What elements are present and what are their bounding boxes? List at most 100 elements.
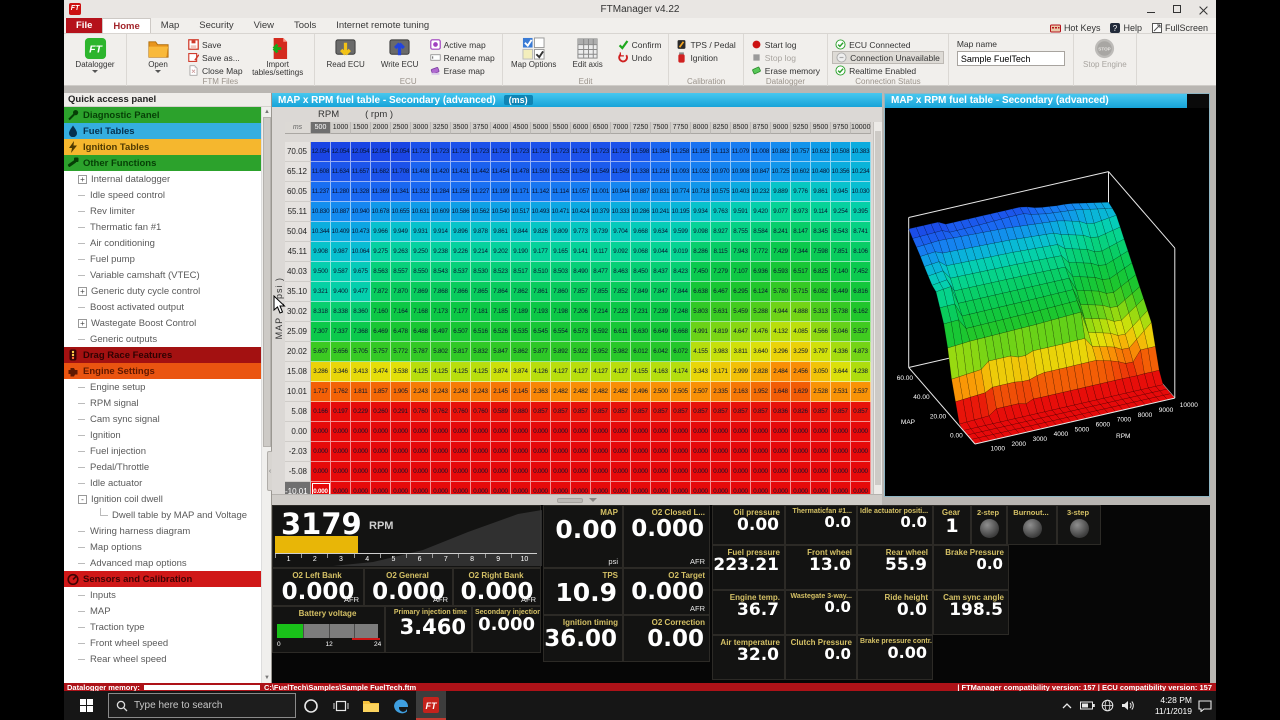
fuel-cell[interactable]: 0.000: [791, 442, 811, 462]
fuel-cell[interactable]: 9.809: [551, 222, 571, 242]
fuel-cell[interactable]: 7.168: [411, 302, 431, 322]
network-tray-button[interactable]: [1098, 691, 1116, 720]
fuel-cell[interactable]: 0.291: [391, 402, 411, 422]
fuel-cell[interactable]: 10.725: [771, 162, 791, 182]
fuel-cell[interactable]: 6.668: [671, 322, 691, 342]
fuel-cell[interactable]: 11.195: [691, 142, 711, 162]
fuel-cell[interactable]: 0.000: [471, 442, 491, 462]
fuel-cell[interactable]: 11.608: [311, 162, 331, 182]
col-header[interactable]: 7250: [631, 122, 651, 134]
fuel-cell[interactable]: 4.819: [711, 322, 731, 342]
fuel-cell[interactable]: 0.857: [711, 402, 731, 422]
fuel-cell[interactable]: 12.054: [351, 142, 371, 162]
fuel-cell[interactable]: 0.000: [651, 422, 671, 442]
fuel-cell[interactable]: 9.763: [711, 202, 731, 222]
fuel-cell[interactable]: 9.238: [431, 242, 451, 262]
read-ecu-button[interactable]: Read ECU: [319, 36, 373, 69]
fuel-cell[interactable]: 3.640: [751, 342, 771, 362]
fuel-cell[interactable]: 6.467: [711, 282, 731, 302]
fuel-cell[interactable]: 11.723: [431, 142, 451, 162]
fuel-cell[interactable]: 7.857: [571, 282, 591, 302]
sidebar-item-variable-camshaft-vtec-[interactable]: Variable camshaft (VTEC): [64, 267, 261, 283]
sidebar-category-sensors-and-calibration[interactable]: Sensors and Calibration: [64, 571, 261, 587]
fuel-cell[interactable]: 0.857: [631, 402, 651, 422]
sidebar-item-map-options[interactable]: Map options: [64, 539, 261, 555]
fuel-cell[interactable]: 0.000: [491, 442, 511, 462]
fuel-cell[interactable]: 0.000: [491, 422, 511, 442]
fuel-cell[interactable]: 4.127: [551, 362, 571, 382]
fuel-cell[interactable]: 8.543: [431, 262, 451, 282]
fuel-cell[interactable]: 9.202: [491, 242, 511, 262]
col-header[interactable]: 7750: [671, 122, 691, 134]
col-header[interactable]: 3000: [411, 122, 431, 134]
row-header[interactable]: 60.05: [285, 182, 311, 202]
fuel-cell[interactable]: 10.241: [651, 202, 671, 222]
fuel-cell[interactable]: 0.000: [431, 422, 451, 442]
fuel-cell[interactable]: 6.072: [671, 342, 691, 362]
fuel-cell[interactable]: 7.849: [631, 282, 651, 302]
fuel-cell[interactable]: 11.369: [371, 182, 391, 202]
fuel-cell[interactable]: 0.000: [831, 462, 851, 482]
fuel-cell[interactable]: 10.383: [851, 142, 871, 162]
fuel-cell[interactable]: 1.717: [311, 382, 331, 402]
fuel-cell[interactable]: 7.855: [591, 282, 611, 302]
fuel-cell[interactable]: 9.177: [531, 242, 551, 262]
surface-plot-3d[interactable]: 1000200030004000500060007000800090001000…: [885, 108, 1209, 496]
fuel-cell[interactable]: 7.869: [411, 282, 431, 302]
fuel-cell[interactable]: 6.593: [771, 262, 791, 282]
fuel-cell[interactable]: 10.064: [351, 242, 371, 262]
fuel-cell[interactable]: 0.260: [371, 402, 391, 422]
fuel-cell[interactable]: 0.000: [711, 462, 731, 482]
fuel-cell[interactable]: 0.000: [571, 422, 591, 442]
fuel-cell[interactable]: 7.160: [371, 302, 391, 322]
fuel-cell[interactable]: 0.857: [551, 402, 571, 422]
fuel-cell[interactable]: 0.826: [791, 402, 811, 422]
col-header[interactable]: 8250: [711, 122, 731, 134]
fuel-cell[interactable]: 0.000: [391, 422, 411, 442]
fuel-cell[interactable]: 6.611: [611, 322, 631, 342]
row-header[interactable]: 50.04: [285, 222, 311, 242]
fuel-cell[interactable]: 7.368: [351, 322, 371, 342]
fuel-cell[interactable]: 2.505: [671, 382, 691, 402]
fuel-cell[interactable]: 4.125: [451, 362, 471, 382]
fuel-cell[interactable]: 4.127: [591, 362, 611, 382]
scroll-down-icon[interactable]: ▼: [263, 674, 271, 682]
maximize-button[interactable]: [1164, 0, 1190, 18]
fuel-cell[interactable]: 8.147: [791, 222, 811, 242]
fuel-cell[interactable]: 0.000: [611, 442, 631, 462]
fuel-cell[interactable]: 11.598: [631, 142, 651, 162]
fuel-cell[interactable]: 3.811: [731, 342, 751, 362]
fuel-cell[interactable]: 6.012: [631, 342, 651, 362]
sidebar-category-drag-race-features[interactable]: Drag Race Features: [64, 347, 261, 363]
fuel-cell[interactable]: 8.557: [391, 262, 411, 282]
col-header[interactable]: 9500: [811, 122, 831, 134]
fuel-cell[interactable]: 0.000: [311, 422, 331, 442]
fuel-cell[interactable]: 0.857: [571, 402, 591, 422]
fuel-cell[interactable]: 4.566: [811, 322, 831, 342]
fuel-cell[interactable]: 9.675: [351, 262, 371, 282]
fuel-cell[interactable]: 5.787: [411, 342, 431, 362]
fuel-cell[interactable]: 7.337: [331, 322, 351, 342]
tree-expander-icon[interactable]: +: [78, 175, 87, 184]
fuel-cell[interactable]: 10.678: [371, 202, 391, 222]
fuel-cell[interactable]: 9.250: [411, 242, 431, 262]
fuel-cell[interactable]: 0.000: [531, 422, 551, 442]
fuel-cell[interactable]: 10.508: [831, 142, 851, 162]
ftmanager-taskbar-button[interactable]: FT: [416, 691, 446, 720]
close-button[interactable]: [1190, 0, 1216, 18]
fuel-cell[interactable]: 8.286: [691, 242, 711, 262]
fuel-cell[interactable]: 1.905: [391, 382, 411, 402]
row-header[interactable]: 40.03: [285, 262, 311, 282]
fuel-cell[interactable]: 6.545: [531, 322, 551, 342]
table-vertical-scrollbar[interactable]: [873, 122, 882, 494]
fuel-cell[interactable]: 9.704: [611, 222, 631, 242]
fuel-cell[interactable]: 8.741: [851, 222, 871, 242]
fullscreen-button[interactable]: FullScreen: [1152, 23, 1208, 33]
row-header[interactable]: 35.10: [285, 282, 311, 302]
fuel-cell[interactable]: 11.657: [351, 162, 371, 182]
fuel-cell[interactable]: 0.000: [451, 442, 471, 462]
fuel-cell[interactable]: 6.630: [631, 322, 651, 342]
sidebar-item-air-conditioning[interactable]: Air conditioning: [64, 235, 261, 251]
fuel-cell[interactable]: 2.999: [731, 362, 751, 382]
fuel-cell[interactable]: 10.831: [651, 182, 671, 202]
